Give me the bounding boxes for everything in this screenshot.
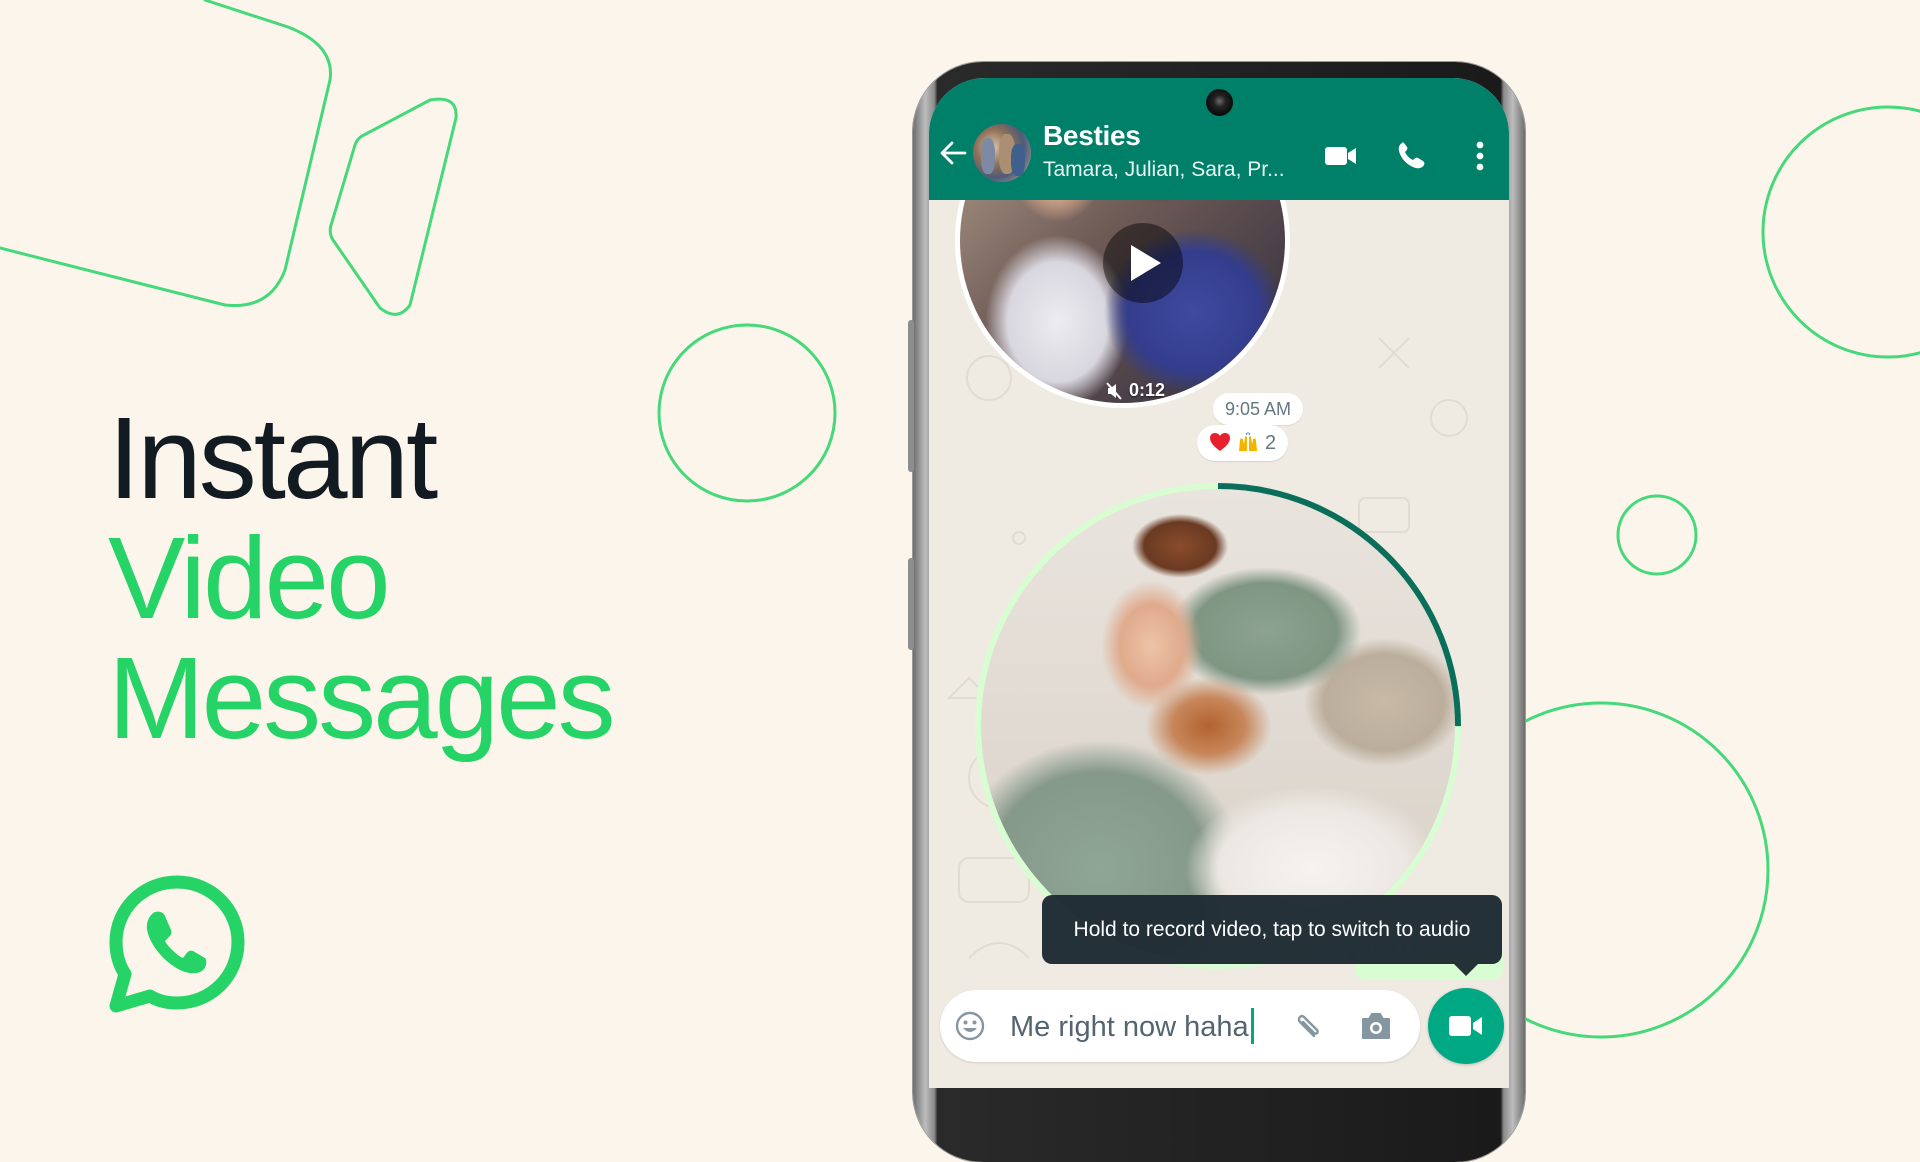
phone-power-button: [908, 558, 914, 650]
message-input[interactable]: [1010, 1007, 1280, 1047]
record-video-button[interactable]: [1428, 988, 1504, 1064]
phone-icon[interactable]: [1393, 138, 1429, 174]
video-camera-icon: [1449, 1016, 1482, 1036]
chat-title[interactable]: Besties: [1043, 120, 1141, 152]
decorative-circle: [1616, 494, 1698, 576]
chat-participants: Tamara, Julian, Sara, Pr...: [1043, 158, 1285, 181]
decorative-camera-lens: [328, 97, 458, 316]
arrow-left-icon[interactable]: [938, 138, 968, 168]
play-icon: [1131, 245, 1161, 281]
more-vertical-icon[interactable]: [1462, 138, 1498, 174]
muted-icon: [1106, 382, 1122, 400]
text-caret: [1250, 1008, 1254, 1044]
message-timestamp: 9:05 AM: [1213, 393, 1304, 425]
video-message-incoming[interactable]: 0:12: [955, 200, 1290, 408]
paperclip-icon[interactable]: [1292, 1010, 1324, 1042]
chat-header: Besties Tamara, Julian, Sara, Pr...: [929, 78, 1509, 200]
play-button[interactable]: [1103, 223, 1183, 303]
raising-hands-emoji-icon: [1239, 432, 1257, 451]
video-call-icon[interactable]: [1323, 138, 1359, 174]
message-list[interactable]: 0:12 9:05 AM 2 9:15 AM Hold to record vi…: [929, 200, 1509, 1088]
decorative-camera-body: [0, 0, 332, 308]
headline-line-messages: Messages: [108, 633, 616, 763]
headline-line-instant: Instant: [108, 393, 438, 523]
front-camera: [1206, 89, 1233, 116]
reactions-count: 2: [1265, 432, 1277, 454]
heart-emoji-icon: [1210, 433, 1230, 451]
headline-line-video: Video: [108, 513, 391, 643]
record-tooltip: Hold to record video, tap to switch to a…: [1042, 895, 1502, 976]
decorative-circle: [657, 323, 837, 503]
camera-icon[interactable]: [1360, 1011, 1392, 1041]
video-duration: 0:12: [1129, 380, 1166, 400]
group-avatar[interactable]: [973, 124, 1031, 182]
message-composer: [940, 990, 1420, 1062]
chat-screen: Besties Tamara, Julian, Sara, Pr... 0:12…: [929, 78, 1509, 1088]
headline: Instant Video Messages: [108, 393, 616, 763]
phone-volume-button: [908, 320, 914, 472]
whatsapp-logo-icon: [109, 875, 245, 1013]
decorative-circle: [1761, 105, 1920, 359]
emoji-icon[interactable]: [954, 1010, 986, 1042]
reactions-bar[interactable]: 2: [1197, 425, 1289, 461]
